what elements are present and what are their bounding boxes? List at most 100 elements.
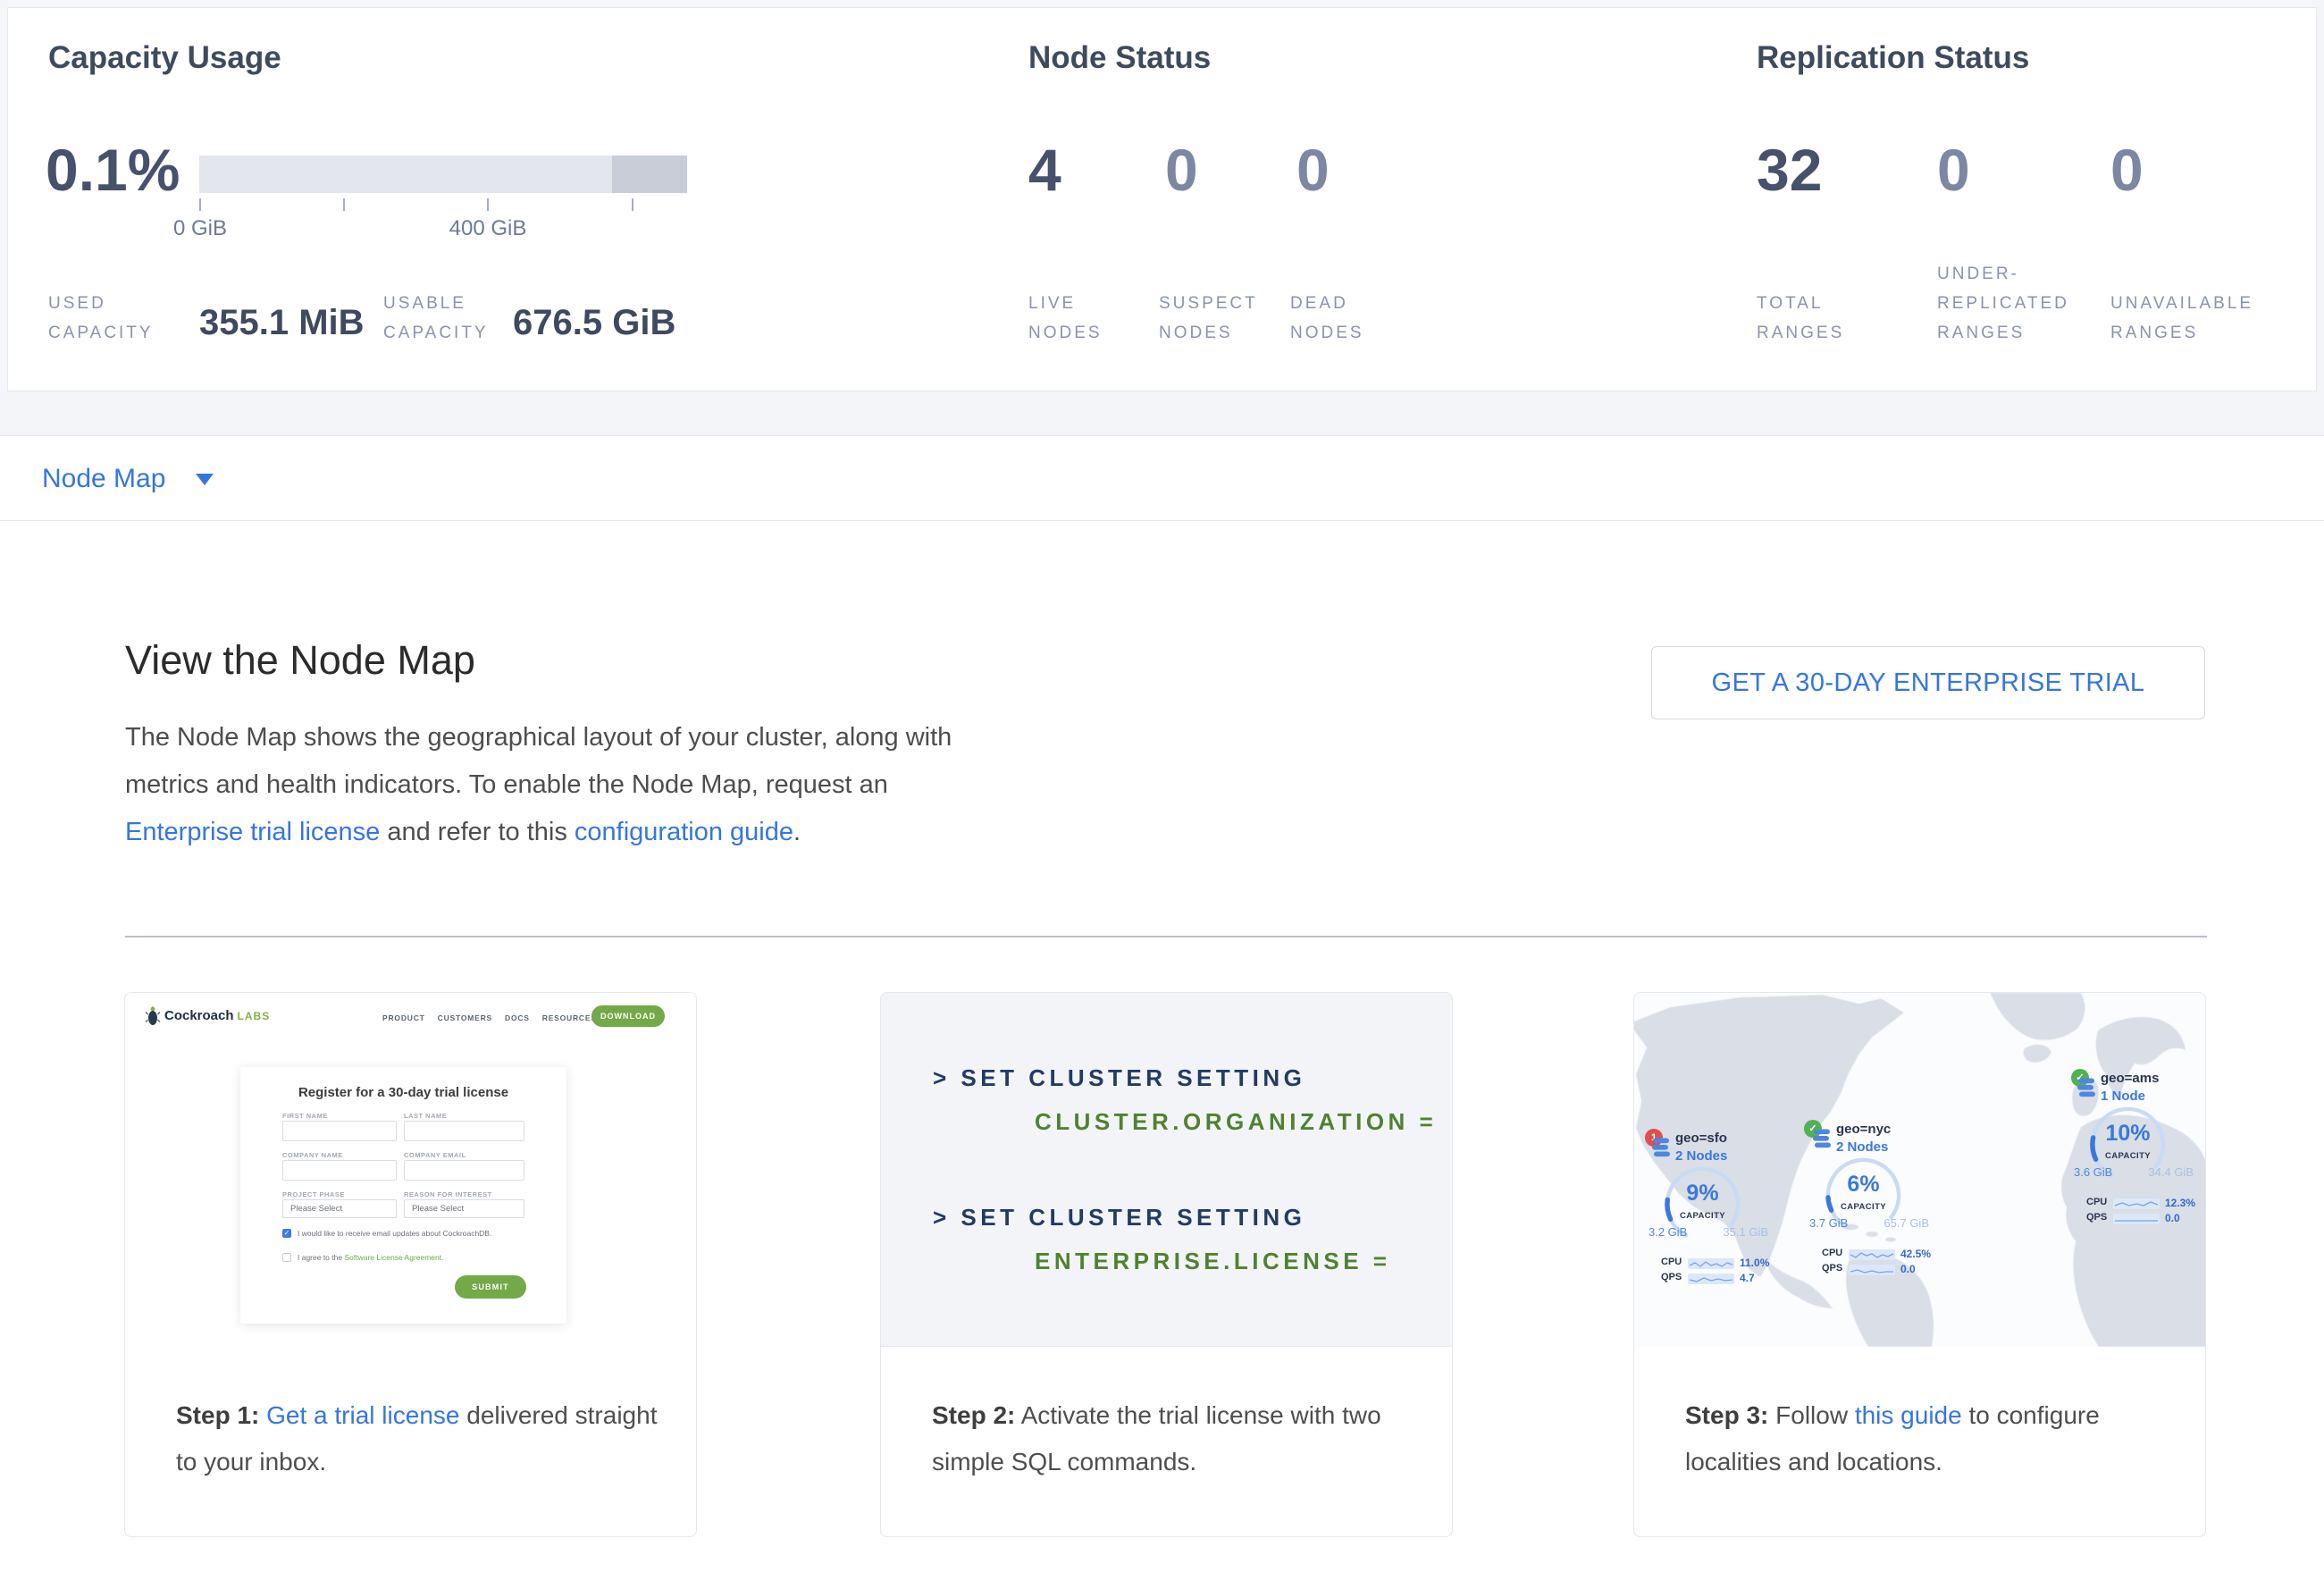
company-name-input <box>282 1160 397 1181</box>
cpu-label: CPU <box>2086 1197 2107 1207</box>
capacity-total-value: 65.7 GiB <box>1875 1216 1929 1230</box>
usable-capacity-label: USABLE CAPACITY <box>383 289 489 348</box>
under-replicated-ranges-count: 0 <box>1937 139 1970 201</box>
qps-row: QPS 0.0 <box>2086 1212 2205 1224</box>
step1-caption: Step 1: Get a trial license delivered st… <box>176 1392 666 1485</box>
cpu-row: CPU 42.5% <box>1822 1248 1947 1260</box>
qps-sparkline-icon <box>1688 1273 1734 1289</box>
capacity-bar-tick-label: 400 GiB <box>449 216 527 241</box>
step2-label: Step 2: <box>932 1401 1015 1429</box>
cockroach-logo-icon <box>145 1004 161 1031</box>
qps-sparkline-icon <box>1849 1264 1895 1280</box>
first-name-label: FIRST NAME <box>282 1112 328 1120</box>
trial-license-form: Register for a 30-day trial license FIRS… <box>240 1067 566 1324</box>
company-email-input <box>404 1160 524 1181</box>
form-title: Register for a 30-day trial license <box>240 1085 566 1100</box>
capacity-used-value: 3.7 GiB <box>1809 1216 1848 1230</box>
signup-site-thumbnail: CockroachLABS PRODUCT CUSTOMERS DOCS RES… <box>125 993 696 1391</box>
qps-row: QPS 4.7 <box>1661 1272 1786 1284</box>
capacity-gauge: 10% CAPACITY 3.6 GiB 34.4 GiB <box>2086 1103 2169 1186</box>
used-capacity-label: USED CAPACITY <box>48 289 154 348</box>
capacity-bar-tick-label: 0 GiB <box>173 216 227 241</box>
capacity-bar-tick <box>343 198 345 211</box>
project-phase-label: PROJECT PHASE <box>282 1190 345 1198</box>
qps-value: 0.0 <box>1900 1263 1916 1275</box>
node-map-preview: 1 geo=sfo 2 Nodes 9% CAPACITY 3.2 GiB <box>1634 993 2205 1347</box>
capacity-total-value: 35.1 GiB <box>1715 1225 1768 1239</box>
node-map-intro-section: View the Node Map The Node Map shows the… <box>0 521 2324 1589</box>
suspect-nodes-label: SUSPECT NODES <box>1159 289 1258 348</box>
project-phase-select: Please Select <box>282 1199 397 1218</box>
license-agreement-checkbox <box>282 1253 291 1262</box>
site-nav-item: PRODUCT <box>382 1013 425 1022</box>
qps-sparkline-icon <box>2113 1213 2160 1229</box>
this-guide-link[interactable]: this guide <box>1855 1401 1962 1429</box>
cpu-value: 12.3% <box>2165 1197 2195 1209</box>
view-mode-selected-label: Node Map <box>42 464 165 494</box>
usable-capacity-value: 676.5 GiB <box>513 303 675 343</box>
capacity-percent: 10% <box>2086 1121 2169 1147</box>
live-nodes-label: LIVE NODES <box>1028 289 1103 348</box>
reason-for-interest-label: REASON FOR INTEREST <box>404 1190 492 1198</box>
sql-command-1: > SET CLUSTER SETTING <box>933 1064 1305 1092</box>
cluster-locality-label: geo=ams <box>2101 1071 2159 1086</box>
qps-value: 0.0 <box>2165 1212 2180 1224</box>
enterprise-trial-license-link[interactable]: Enterprise trial license <box>125 818 380 846</box>
cpu-label: CPU <box>1661 1257 1682 1267</box>
site-nav-item: DOCS <box>505 1013 530 1022</box>
database-icon <box>2077 1078 2095 1102</box>
database-icon <box>1652 1138 1670 1162</box>
page-title: View the Node Map <box>125 637 475 684</box>
capacity-percent: 9% <box>1661 1181 1744 1206</box>
qps-value: 4.7 <box>1740 1272 1755 1284</box>
capacity-gauge-label: CAPACITY <box>1822 1202 1905 1212</box>
step3-card: 1 geo=sfo 2 Nodes 9% CAPACITY 3.2 GiB <box>1633 992 2206 1537</box>
step2-card: > SET CLUSTER SETTING CLUSTER.ORGANIZATI… <box>880 992 1453 1537</box>
live-nodes-count: 4 <box>1028 139 1061 201</box>
cpu-value: 11.0% <box>1740 1257 1769 1269</box>
step1-label: Step 1: <box>176 1401 259 1429</box>
capacity-gauge: 6% CAPACITY 3.7 GiB 65.7 GiB <box>1822 1154 1905 1237</box>
database-icon <box>1813 1129 1831 1153</box>
site-nav-item: CUSTOMERS <box>438 1013 492 1022</box>
node-status-title: Node Status <box>1028 40 1211 76</box>
qps-label: QPS <box>2086 1212 2107 1223</box>
cluster-node-count: 2 Nodes <box>1675 1148 1727 1164</box>
chevron-down-icon <box>196 474 214 485</box>
get-trial-license-link[interactable]: Get a trial license <box>266 1401 459 1429</box>
qps-label: QPS <box>1661 1272 1682 1282</box>
download-pill-button: DOWNLOAD <box>591 1005 665 1027</box>
company-email-label: COMPANY EMAIL <box>404 1151 466 1159</box>
first-name-input <box>282 1121 397 1141</box>
replication-status-title: Replication Status <box>1757 40 2029 76</box>
submit-pill-button: SUBMIT <box>455 1275 526 1299</box>
cluster-locality-label: geo=sfo <box>1675 1131 1727 1146</box>
section-divider <box>125 936 2207 937</box>
under-replicated-ranges-label: UNDER- REPLICATED RANGES <box>1937 259 2069 348</box>
cpu-row: CPU 11.0% <box>1661 1257 1786 1269</box>
capacity-used-percent: 0.1% <box>46 139 180 201</box>
cpu-value: 42.5% <box>1900 1248 1931 1260</box>
capacity-bar-tick <box>199 198 201 211</box>
cpu-label: CPU <box>1822 1248 1842 1258</box>
suspect-nodes-count: 0 <box>1165 139 1198 201</box>
capacity-usage-title: Capacity Usage <box>48 40 281 76</box>
capacity-used-value: 3.2 GiB <box>1649 1225 1687 1239</box>
intro-text-part: and refer to this <box>380 818 575 846</box>
email-updates-checkbox-label: I would like to receive email updates ab… <box>298 1229 491 1238</box>
step3-text: Follow <box>1768 1401 1854 1429</box>
step3-label: Step 3: <box>1685 1401 1768 1429</box>
qps-row: QPS 0.0 <box>1822 1263 1947 1275</box>
used-capacity-value: 355.1 MiB <box>199 303 365 343</box>
site-nav-item: RESOURCES <box>542 1013 597 1022</box>
capacity-percent: 6% <box>1822 1172 1905 1198</box>
capacity-gauge: 9% CAPACITY 3.2 GiB 35.1 GiB <box>1661 1163 1744 1246</box>
view-mode-dropdown[interactable]: Node Map <box>42 436 214 522</box>
configuration-guide-link[interactable]: configuration guide <box>575 818 793 846</box>
enterprise-trial-button[interactable]: GET A 30-DAY ENTERPRISE TRIAL <box>1651 646 2205 719</box>
cluster-node-count: 1 Node <box>2101 1089 2145 1104</box>
step2-caption: Step 2: Activate the trial license with … <box>932 1392 1422 1485</box>
cluster-node-count: 2 Nodes <box>1836 1139 1888 1155</box>
intro-description: The Node Map shows the geographical layo… <box>125 714 974 856</box>
total-ranges-label: TOTAL RANGES <box>1757 289 1844 348</box>
